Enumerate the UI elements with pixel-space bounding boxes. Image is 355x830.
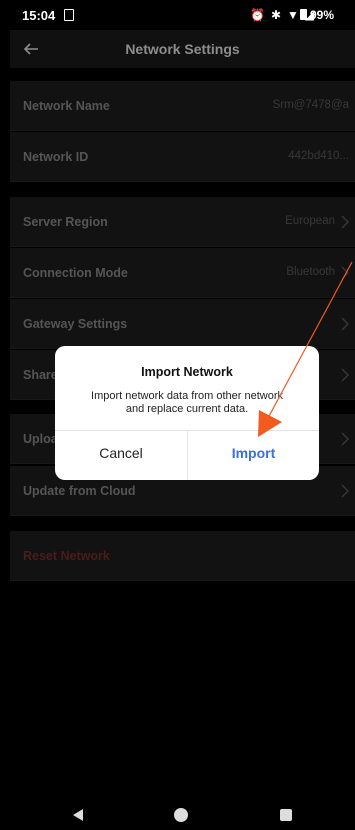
import-network-dialog: Import Network Import network data from … <box>55 346 319 480</box>
cancel-button[interactable]: Cancel <box>55 431 187 480</box>
chevron-right-icon <box>341 432 349 446</box>
bluetooth-icon: ✱ <box>270 8 282 22</box>
gateway-settings-label: Gateway Settings <box>23 317 128 331</box>
status-bar: 15:04 ⏰ ✱ ▼ ◢ 99% <box>0 0 355 30</box>
share-label: Share <box>23 368 58 382</box>
chevron-right-icon <box>341 317 349 331</box>
connection-mode-value: Bluetooth <box>286 266 335 278</box>
update-from-cloud-label: Update from Cloud <box>23 484 136 498</box>
nav-home-icon[interactable] <box>174 808 188 822</box>
battery-icon <box>300 9 307 20</box>
sim-icon <box>64 9 74 21</box>
server-region-value: European <box>285 215 335 227</box>
status-time: 15:04 <box>22 8 56 23</box>
chevron-right-icon <box>341 484 349 498</box>
network-name-label: Network Name <box>23 99 110 113</box>
reset-network-label: Reset Network <box>23 549 110 563</box>
server-region-label: Server Region <box>23 215 108 229</box>
chevron-right-icon <box>341 368 349 382</box>
chevron-right-icon <box>341 215 349 229</box>
network-id-value: 442bd410... <box>288 150 349 162</box>
chevron-right-icon <box>341 266 349 280</box>
connection-mode-label: Connection Mode <box>23 266 128 280</box>
battery-indicator: 99% <box>300 8 334 22</box>
network-id-label: Network ID <box>23 150 89 164</box>
import-button[interactable]: Import <box>188 431 319 480</box>
nav-back-icon[interactable] <box>71 808 85 822</box>
network-name-value: Srm@7478@a <box>272 99 349 111</box>
navigation-bar <box>0 800 355 830</box>
upload-label: Uploa <box>23 432 58 446</box>
dialog-message-line-2: and replace current data. <box>125 403 249 415</box>
wifi-icon: ▼ <box>287 8 299 22</box>
alarm-icon: ⏰ <box>250 8 265 22</box>
row-network-id[interactable]: Network ID 442bd410... <box>10 132 355 182</box>
row-connection-mode[interactable]: Connection Mode Bluetooth <box>10 248 355 298</box>
app-bar: Network Settings <box>10 30 355 68</box>
dialog-title: Import Network <box>141 365 233 379</box>
dialog-message-line-1: Import network data from other network <box>91 390 283 402</box>
page-title: Network Settings <box>125 41 240 57</box>
dialog-message: Import network data from other network a… <box>77 390 297 416</box>
row-gateway-settings[interactable]: Gateway Settings <box>10 299 355 349</box>
row-server-region[interactable]: Server Region European <box>10 197 355 247</box>
row-reset-network[interactable]: Reset Network <box>10 531 355 581</box>
nav-recents-icon[interactable] <box>280 809 292 821</box>
battery-percent: 99% <box>310 8 335 22</box>
row-network-name[interactable]: Network Name Srm@7478@a <box>10 81 355 131</box>
